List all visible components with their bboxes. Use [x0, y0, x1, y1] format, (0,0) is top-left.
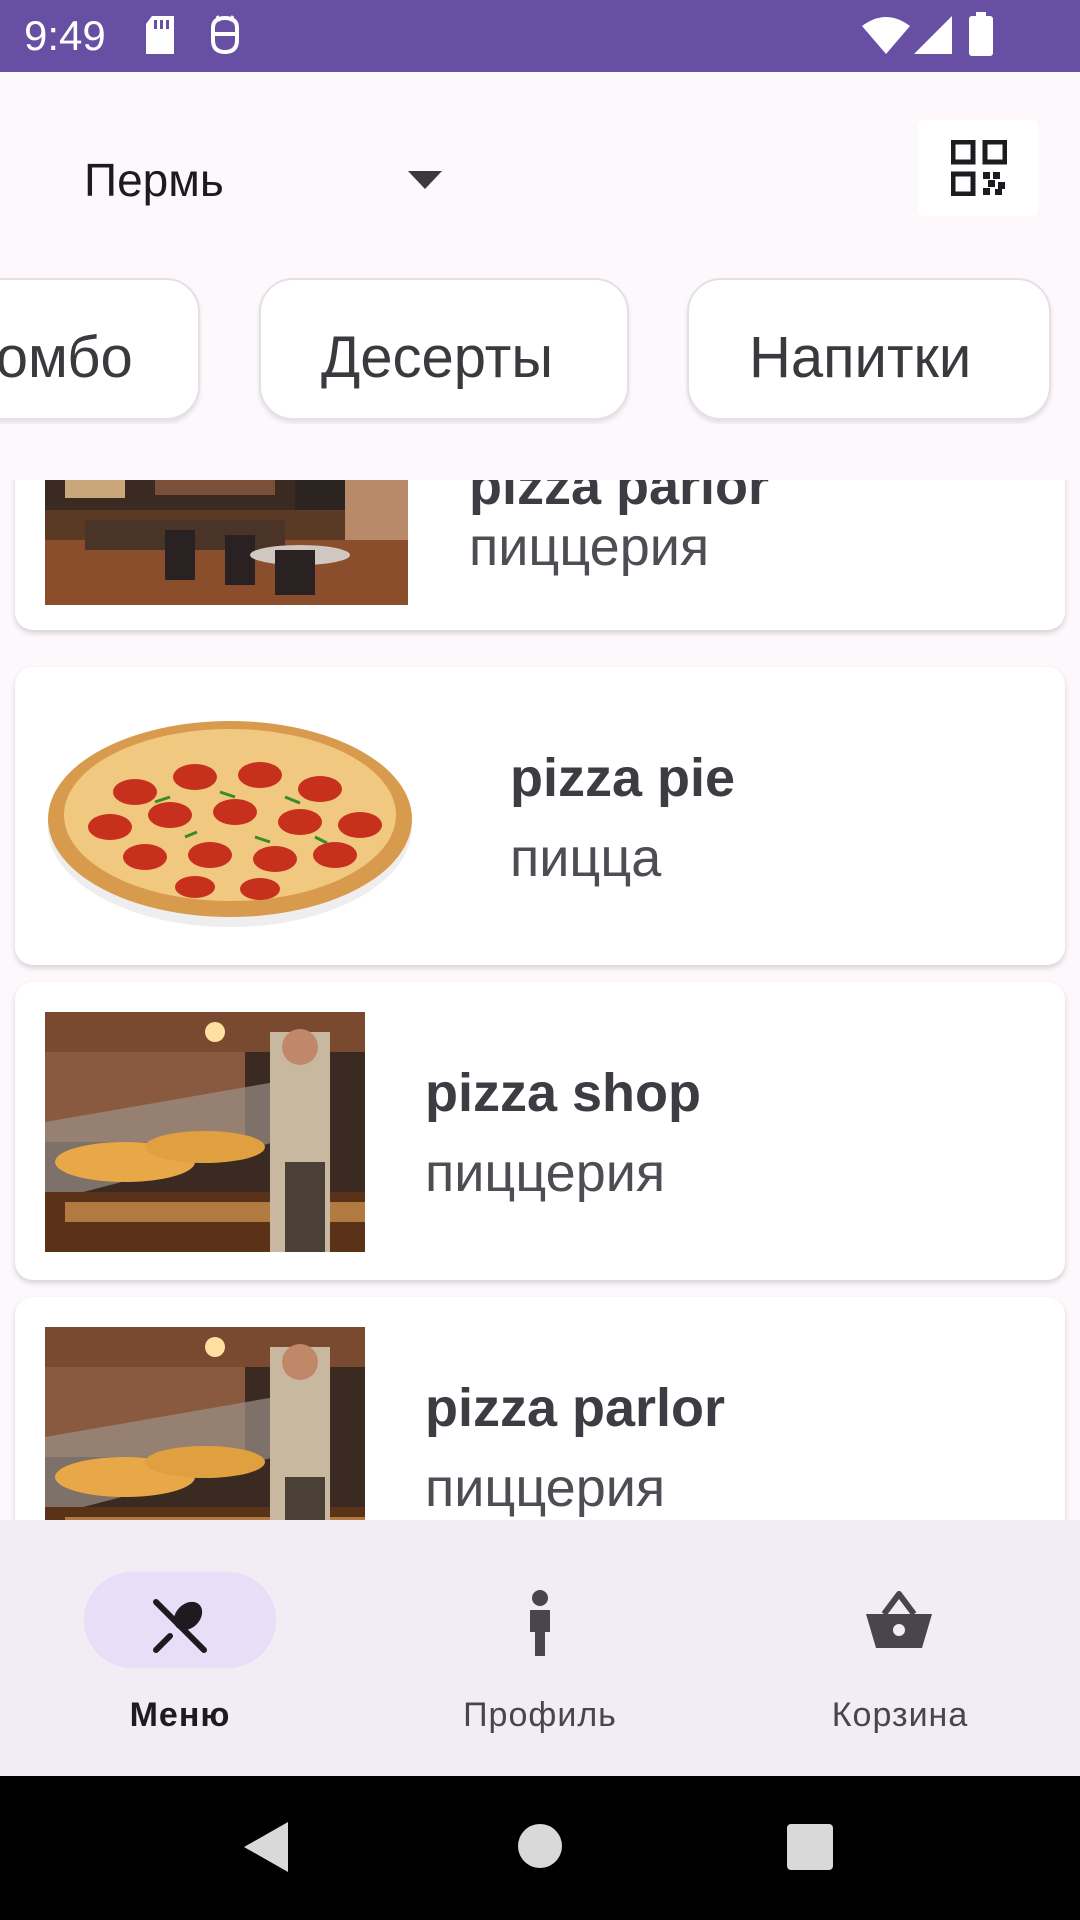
restaurant-subtitle: пиццерия [425, 1458, 666, 1518]
chip-label: Комбо [0, 325, 133, 390]
restaurant-title: pizza shop [425, 1063, 702, 1123]
restaurant-image [45, 1327, 365, 1520]
bottom-navigation: Меню Профиль Корзина [0, 1520, 1080, 1776]
restaurant-subtitle: пицца [510, 828, 662, 888]
nav-label: Профиль [463, 1696, 617, 1734]
restaurant-card[interactable]: pizza parlor пиццерия [15, 480, 1065, 630]
nav-item-profile[interactable]: Профиль [360, 1520, 720, 1776]
app-screen: 9:49 Пермь омбо Десерты Напитки pizza pa… [0, 0, 1080, 1920]
battery-icon [969, 12, 993, 56]
city-label: Пермь [84, 154, 224, 206]
restaurant-title: pizza parlor [469, 480, 770, 516]
top-bar: Пермь Комбо Десерты Напитки [0, 72, 1080, 480]
restaurant-list[interactable]: pizza parlor пиццерия pizza pie пицца pi… [0, 480, 1080, 1520]
city-dropdown[interactable]: Пермь [60, 127, 460, 237]
sd-card-icon [146, 16, 174, 54]
nav-label: Меню [129, 1696, 231, 1734]
nav-label: Корзина [831, 1696, 969, 1734]
category-chips: Комбо Десерты Напитки [0, 278, 1080, 424]
wifi-icon [862, 17, 910, 54]
restaurant-image [45, 697, 415, 937]
nav-item-menu[interactable]: Меню [0, 1520, 360, 1776]
basket-icon [866, 1591, 932, 1648]
status-time: 9:49 [24, 12, 106, 59]
restaurant-card[interactable]: pizza pie пицца [15, 667, 1065, 965]
restaurant-title: pizza pie [510, 748, 736, 808]
chip-label: Десерты [321, 325, 554, 390]
restaurant-card[interactable]: pizza parlor пиццерия [15, 1297, 1065, 1520]
chip-combo[interactable]: Комбо [0, 278, 200, 420]
restaurant-title: pizza parlor [425, 1378, 726, 1438]
home-icon[interactable] [518, 1824, 562, 1868]
back-icon[interactable] [244, 1822, 288, 1872]
restaurant-subtitle: пиццерия [469, 517, 710, 577]
qr-scan-button[interactable] [918, 120, 1038, 216]
restaurant-image [45, 1012, 365, 1252]
restaurant-card[interactable]: pizza shop пиццерия [15, 982, 1065, 1280]
restaurant-subtitle: пиццерия [425, 1143, 666, 1203]
chip-label: Напитки [749, 325, 972, 390]
status-bar: 9:49 [0, 0, 1080, 72]
chevron-down-icon [408, 171, 442, 189]
chip-drinks[interactable]: Напитки [687, 278, 1051, 420]
restaurant-image [45, 480, 408, 605]
recents-icon[interactable] [787, 1824, 833, 1870]
signal-icon [914, 16, 952, 54]
qr-code-icon [951, 140, 1007, 196]
system-navigation-bar [0, 1776, 1080, 1920]
nav-item-cart[interactable]: Корзина [720, 1520, 1080, 1776]
chip-desserts[interactable]: Десерты [259, 278, 629, 420]
person-icon [530, 1590, 550, 1656]
android-debug-icon [211, 15, 239, 55]
fork-spoon-icon [153, 1599, 207, 1653]
